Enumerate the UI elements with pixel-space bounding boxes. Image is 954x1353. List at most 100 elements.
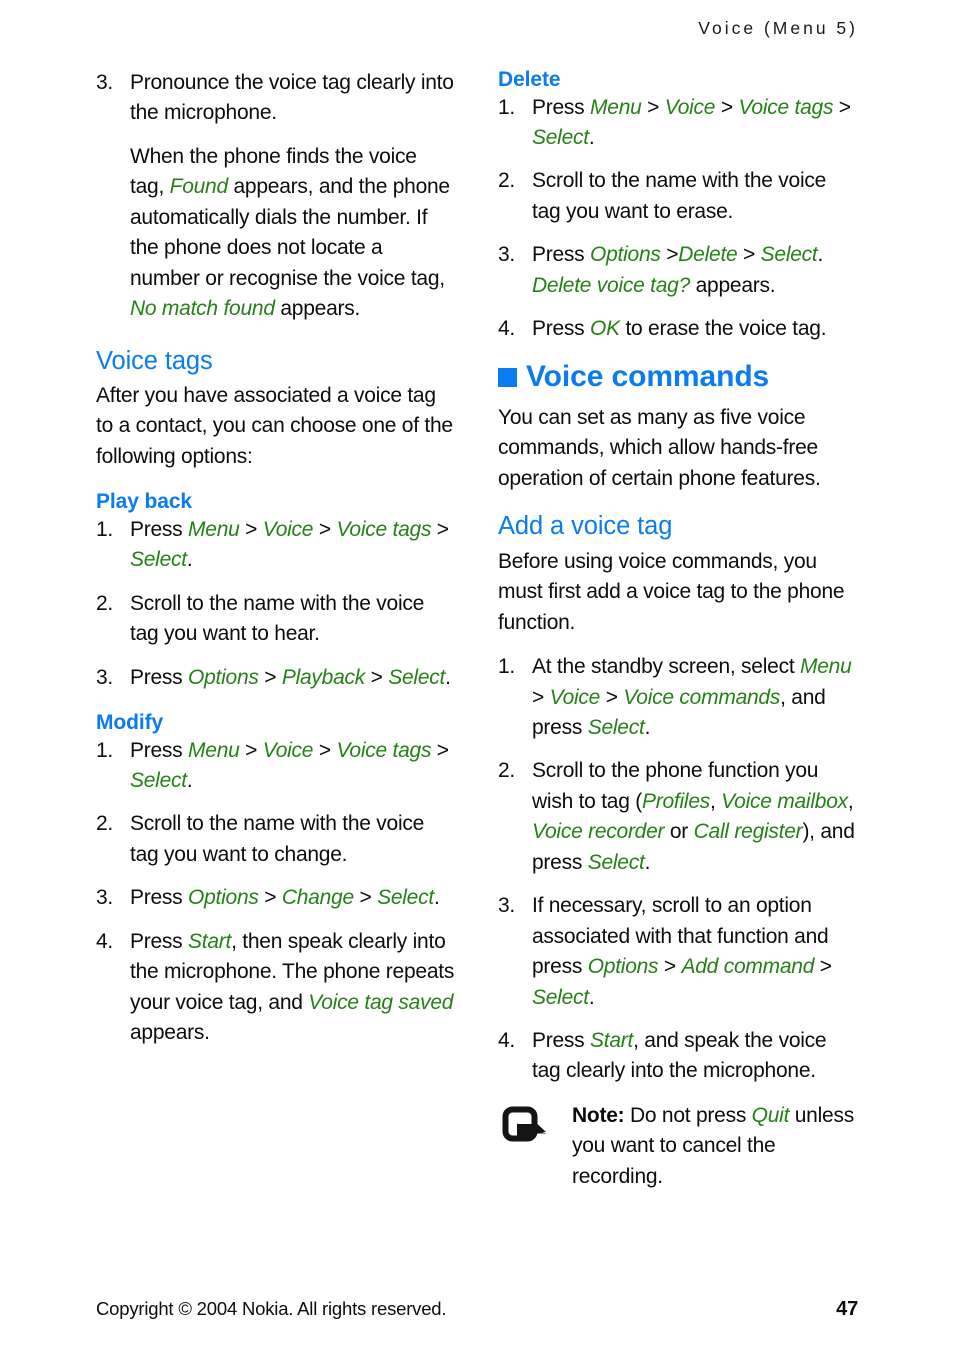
ui-string-quit: Quit [751,1103,790,1127]
ui-string-profiles: Profiles [641,789,710,813]
list-item: 3. Pronounce the voice tag clearly into t… [96,68,456,129]
text-run: or [664,820,694,844]
text-run: . [817,243,824,267]
list-item: 2. Scroll to the name with the voice tag … [96,809,456,870]
ui-string-select: Select [587,850,645,874]
ui-string-voice-tag-saved: Voice tag saved [308,990,454,1014]
text-run: Press [130,886,189,910]
ui-string-voice: Voice [262,738,314,762]
ui-string-options: Options [188,886,259,910]
ui-string-no-match-found: No match found [130,297,275,321]
list-item: 4. Press OK to erase the voice tag. [498,314,858,344]
step-number: 3. [96,665,114,689]
page-columns: 3. Pronounce the voice tag clearly into t… [96,68,858,1192]
copyright-text: Copyright © 2004 Nokia. All rights reser… [96,1298,447,1319]
text-run: . [445,665,451,689]
ui-string-menu: Menu [188,738,240,762]
text-run: appears. [690,273,776,297]
ui-string-voice-tags: Voice tags [336,738,432,762]
ui-string-voice-tags: Voice tags [738,95,834,119]
ui-string-voice: Voice [262,517,314,541]
list-item: 3. Press Options > Change > Select. [96,883,456,913]
list-item: 4. Press Start, then speak clearly into t… [96,927,456,1049]
ui-string-start: Start [188,929,232,953]
delete-steps: 1. Press Menu > Voice > Voice tags > Sele… [498,93,858,345]
text-run: Press [130,929,189,953]
ui-string-select: Select [532,125,589,149]
step-text: Scroll to the name with the voice tag yo… [130,591,425,646]
ui-string-start: Start [590,1028,634,1052]
text-run: Press [130,517,189,541]
list-item: 1. Press Menu > Voice > Voice tags > Sele… [498,93,858,154]
add-a-voice-tag-steps: 1. At the standby screen, select Menu > V… [498,652,858,1087]
step-number: 2. [498,169,516,193]
heading-add-a-voice-tag: Add a voice tag [498,512,673,541]
text-run: Do not press [624,1103,752,1127]
manual-page: Voice (Menu 5) 3. Pronounce the voice tag… [0,0,954,1353]
ui-string-voice-tags: Voice tags [336,517,432,541]
list-item: 1. Press Menu > Voice > Voice tags > Sele… [96,515,456,576]
heading-modify: Modify [96,711,164,735]
section-square-bullet-icon [498,368,517,388]
ui-string-delete-voice-tag-prompt: Delete voice tag? [532,273,691,297]
play-back-steps: 1. Press Menu > Voice > Voice tags > Sele… [96,515,456,693]
ui-string-menu: Menu [188,517,240,541]
step-text: Pronounce the voice tag clearly into the… [130,71,454,125]
text-run: Press [532,243,591,267]
text-run: . [644,716,651,740]
ui-string-voice-recorder: Voice recorder [532,820,665,844]
step-number: 1. [96,738,114,762]
text-run: . [644,850,651,874]
list-item: 2. Scroll to the name with the voice tag … [498,166,858,227]
list-item: 3. Press Options >Delete > Select. Delete… [498,240,858,301]
note-label: Note: [572,1103,625,1127]
step-number: 3. [498,243,516,267]
heading-voice-commands-label: Voice commands [526,359,770,393]
ui-string-delete: Delete [678,243,738,267]
list-item: 4. Press Start, and speak the voice tag c… [498,1026,858,1087]
ui-string-voice-mailbox: Voice mailbox [721,789,848,813]
note-arrow-icon [502,1106,548,1144]
ui-string-playback: Playback [281,665,366,689]
list-item: 3. Press Options > Playback > Select. [96,663,456,693]
ui-string-add-command: Add command [681,955,815,979]
heading-voice-commands: Voice commands [498,359,858,393]
step-number: 1. [96,517,114,541]
ui-string-select: Select [377,886,434,910]
running-header: Voice (Menu 5) [698,18,858,38]
step-number: 2. [96,591,114,615]
left-column: 3. Pronounce the voice tag clearly into t… [96,68,456,1192]
heading-delete: Delete [498,68,561,91]
ui-string-voice-commands: Voice commands [623,685,781,709]
text-run: Press [532,317,591,341]
ui-string-select: Select [130,769,187,793]
text-run: . [588,985,595,1009]
step-number: 3. [498,894,516,918]
ui-string-menu: Menu [799,655,852,679]
paragraph-voice-tags-intro: After you have associated a voice tag to… [96,384,453,468]
list-item: 1. Press Menu > Voice > Voice tags > Sele… [96,736,456,797]
right-column: Delete 1. Press Menu > Voice > Voice tags… [498,68,858,1192]
text-run: Press [130,738,189,762]
heading-voice-tags: Voice tags [96,346,213,375]
ui-string-select: Select [532,985,589,1009]
page-footer: Copyright © 2004 Nokia. All rights reser… [96,1298,858,1321]
list-item: 1. At the standby screen, select Menu > V… [498,652,858,743]
ui-string-select: Select [130,548,187,572]
modify-steps: 1. Press Menu > Voice > Voice tags > Sele… [96,736,456,1049]
ui-string-call-register: Call register [693,820,803,844]
continued-step-list: 3. Pronounce the voice tag clearly into t… [96,68,456,129]
paragraph-found-behavior: When the phone finds the voice tag, Foun… [130,142,456,325]
ui-string-menu: Menu [590,95,642,119]
step-number: 3. [96,71,114,94]
paragraph-voice-commands-intro: You can set as many as five voice comman… [498,405,821,490]
ui-string-select: Select [587,716,645,740]
text-run: . [433,886,440,910]
step-number: 1. [498,95,516,119]
ui-string-ok: OK [590,317,620,341]
list-item: 2. Scroll to the name with the voice tag … [96,589,456,650]
step-number: 2. [498,759,516,783]
text-run: . [186,548,193,572]
step-number: 1. [498,655,516,679]
text-run: . [588,125,595,149]
